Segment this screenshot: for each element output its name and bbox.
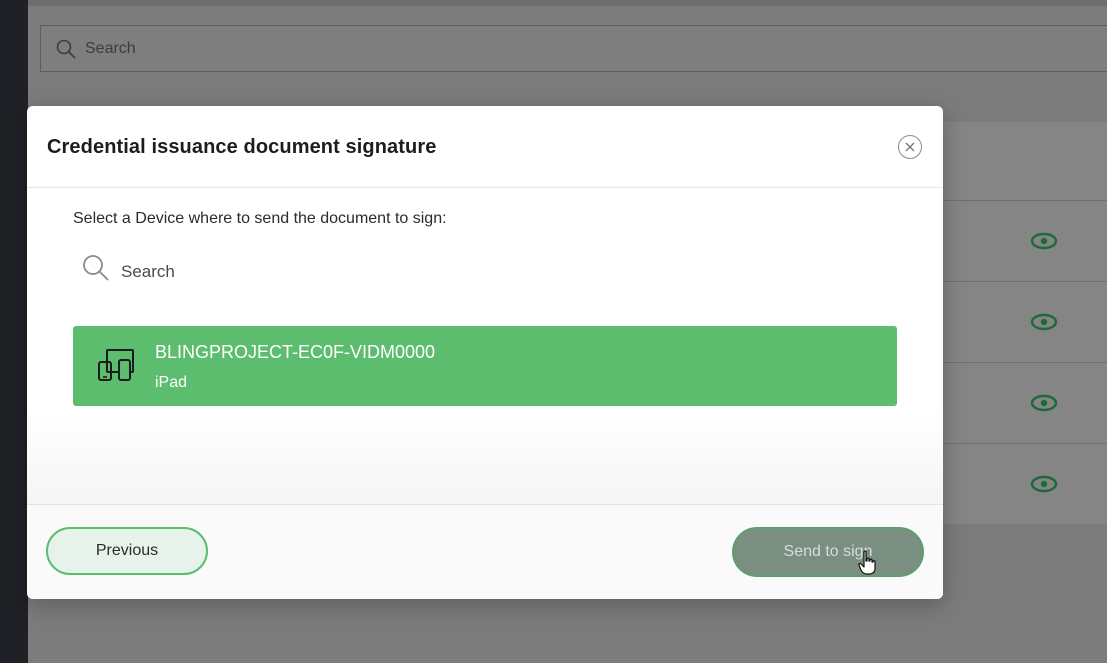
eye-icon[interactable] <box>1029 232 1059 250</box>
device-search-placeholder: Search <box>121 262 175 281</box>
background-table-row <box>940 200 1107 280</box>
search-icon <box>83 255 109 281</box>
background-table-row <box>940 281 1107 361</box>
eye-icon[interactable] <box>1029 313 1059 331</box>
background-table-row <box>940 443 1107 523</box>
device-list-item[interactable]: BLINGPROJECT-EC0F-VIDM0000 iPad <box>73 326 897 406</box>
devices-icon <box>98 349 134 381</box>
modal-header: Credential issuance document signature <box>27 106 943 188</box>
send-to-sign-button[interactable]: Send to sign <box>732 527 924 577</box>
device-instruction: Select a Device where to send the docume… <box>73 210 447 227</box>
close-button[interactable] <box>898 135 922 159</box>
background-table-row <box>940 362 1107 442</box>
previous-button[interactable]: Previous <box>46 527 208 575</box>
device-search-input[interactable]: Search <box>81 248 481 288</box>
modal-title: Credential issuance document signature <box>47 136 437 158</box>
eye-icon[interactable] <box>1029 475 1059 493</box>
eye-icon[interactable] <box>1029 394 1059 412</box>
device-name: BLINGPROJECT-EC0F-VIDM0000 <box>155 342 436 362</box>
close-icon <box>905 142 915 152</box>
device-type: iPad <box>155 374 188 391</box>
signature-modal: Credential issuance document signature S… <box>27 106 943 599</box>
search-icon <box>56 39 76 59</box>
background-search-bar[interactable]: Search <box>40 25 1107 72</box>
background-search-placeholder: Search <box>85 39 136 57</box>
modal-footer: Previous Send to sign <box>27 504 943 599</box>
modal-body: Select a Device where to send the docume… <box>27 188 943 504</box>
hand-cursor-icon <box>858 550 876 575</box>
left-sidebar-strip <box>0 0 28 663</box>
